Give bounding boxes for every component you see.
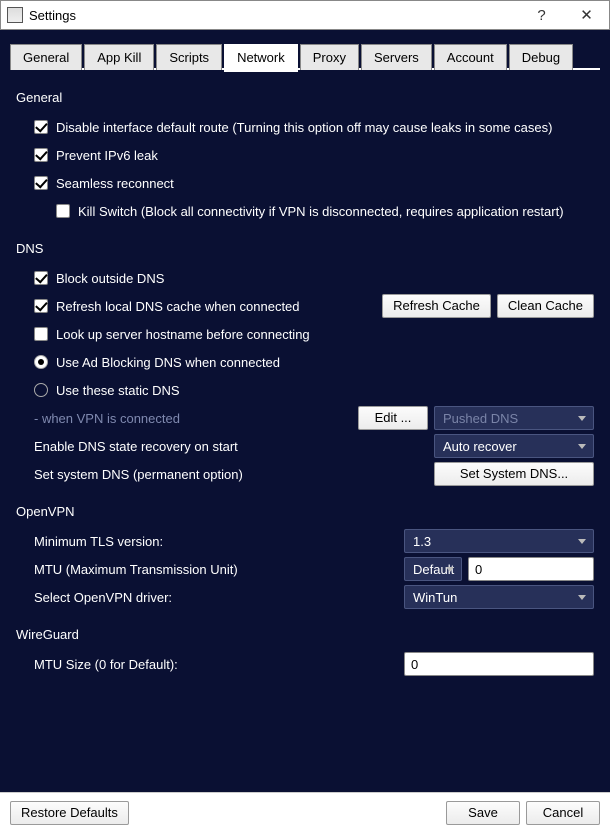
label-block-outside-dns: Block outside DNS <box>56 271 164 286</box>
label-refresh-local-cache: Refresh local DNS cache when connected <box>56 299 300 314</box>
checkbox-kill-switch[interactable] <box>56 204 70 218</box>
openvpn-mtu-mode-combo[interactable]: Default <box>404 557 462 581</box>
clean-cache-button[interactable]: Clean Cache <box>497 294 594 318</box>
row-seamless-reconnect[interactable]: Seamless reconnect <box>16 171 594 195</box>
app-icon <box>7 7 23 23</box>
radio-static-dns[interactable] <box>34 383 48 397</box>
label-seamless-reconnect: Seamless reconnect <box>56 176 174 191</box>
openvpn-mtu-input[interactable] <box>468 557 594 581</box>
dns-combo-value: Pushed DNS <box>443 411 518 426</box>
row-refresh-local-cache: Refresh local DNS cache when connected R… <box>16 294 594 318</box>
tab-appkill[interactable]: App Kill <box>84 44 154 70</box>
openvpn-mtu-mode-value: Default <box>413 562 454 577</box>
row-dns-state-recovery: Enable DNS state recovery on start Auto … <box>16 434 594 458</box>
label-prevent-ipv6: Prevent IPv6 leak <box>56 148 158 163</box>
label-lookup-hostname: Look up server hostname before connectin… <box>56 327 310 342</box>
checkbox-refresh-local-cache[interactable] <box>34 299 48 313</box>
row-vpn-connected-dns: - when VPN is connected Edit ... Pushed … <box>16 406 594 430</box>
dns-state-recovery-combo[interactable]: Auto recover <box>434 434 594 458</box>
row-prevent-ipv6[interactable]: Prevent IPv6 leak <box>16 143 594 167</box>
tab-account[interactable]: Account <box>434 44 507 70</box>
row-disable-default-route[interactable]: Disable interface default route (Turning… <box>16 115 594 139</box>
section-title-wireguard: WireGuard <box>16 627 594 642</box>
checkbox-lookup-hostname[interactable] <box>34 327 48 341</box>
label-disable-default-route: Disable interface default route (Turning… <box>56 120 552 135</box>
section-title-dns: DNS <box>16 241 594 256</box>
openvpn-driver-value: WinTun <box>413 590 457 605</box>
radio-adblock-dns[interactable] <box>34 355 48 369</box>
tab-strip: General App Kill Scripts Network Proxy S… <box>10 40 600 70</box>
row-wireguard-mtu: MTU Size (0 for Default): <box>16 652 594 676</box>
row-min-tls: Minimum TLS version: 1.3 <box>16 529 594 553</box>
row-use-static-dns[interactable]: Use these static DNS <box>16 378 594 402</box>
set-system-dns-button[interactable]: Set System DNS... <box>434 462 594 486</box>
tab-debug[interactable]: Debug <box>509 44 573 70</box>
tab-network[interactable]: Network <box>224 44 298 72</box>
min-tls-combo[interactable]: 1.3 <box>404 529 594 553</box>
checkbox-disable-default-route[interactable] <box>34 120 48 134</box>
tab-general[interactable]: General <box>10 44 82 70</box>
openvpn-driver-combo[interactable]: WinTun <box>404 585 594 609</box>
section-title-openvpn: OpenVPN <box>16 504 594 519</box>
dialog-footer: Restore Defaults Save Cancel <box>0 792 610 832</box>
row-lookup-hostname[interactable]: Look up server hostname before connectin… <box>16 322 594 346</box>
section-title-general: General <box>16 90 594 105</box>
row-kill-switch[interactable]: Kill Switch (Block all connectivity if V… <box>16 199 594 223</box>
restore-defaults-button[interactable]: Restore Defaults <box>10 801 129 825</box>
help-button[interactable]: ? <box>519 1 564 29</box>
label-openvpn-driver: Select OpenVPN driver: <box>34 590 334 605</box>
checkbox-block-outside-dns[interactable] <box>34 271 48 285</box>
cancel-button[interactable]: Cancel <box>526 801 600 825</box>
label-static-dns: Use these static DNS <box>56 383 180 398</box>
label-adblock-dns: Use Ad Blocking DNS when connected <box>56 355 280 370</box>
row-openvpn-driver: Select OpenVPN driver: WinTun <box>16 585 594 609</box>
save-button[interactable]: Save <box>446 801 520 825</box>
dns-state-recovery-value: Auto recover <box>443 439 517 454</box>
row-block-outside-dns[interactable]: Block outside DNS <box>16 266 594 290</box>
tab-scripts[interactable]: Scripts <box>156 44 222 70</box>
content-area: General App Kill Scripts Network Proxy S… <box>0 30 610 792</box>
label-min-tls: Minimum TLS version: <box>34 534 334 549</box>
checkbox-seamless-reconnect[interactable] <box>34 176 48 190</box>
tab-proxy[interactable]: Proxy <box>300 44 359 70</box>
label-kill-switch: Kill Switch (Block all connectivity if V… <box>78 204 564 219</box>
title-bar: Settings ? ✕ <box>0 0 610 30</box>
row-set-system-dns: Set system DNS (permanent option) Set Sy… <box>16 462 594 486</box>
window-title: Settings <box>29 8 519 23</box>
checkbox-prevent-ipv6[interactable] <box>34 148 48 162</box>
row-openvpn-mtu: MTU (Maximum Transmission Unit) Default <box>16 557 594 581</box>
close-button[interactable]: ✕ <box>564 1 609 29</box>
label-dns-state-recovery: Enable DNS state recovery on start <box>34 439 334 454</box>
refresh-cache-button[interactable]: Refresh Cache <box>382 294 491 318</box>
hint-when-connected: - when VPN is connected <box>34 411 334 426</box>
label-set-system-dns: Set system DNS (permanent option) <box>34 467 334 482</box>
edit-dns-button[interactable]: Edit ... <box>358 406 428 430</box>
network-panel: General Disable interface default route … <box>10 78 600 676</box>
row-use-adblock-dns[interactable]: Use Ad Blocking DNS when connected <box>16 350 594 374</box>
label-wireguard-mtu: MTU Size (0 for Default): <box>34 657 334 672</box>
dns-combo[interactable]: Pushed DNS <box>434 406 594 430</box>
min-tls-value: 1.3 <box>413 534 431 549</box>
wireguard-mtu-input[interactable] <box>404 652 594 676</box>
label-openvpn-mtu: MTU (Maximum Transmission Unit) <box>34 562 334 577</box>
tab-servers[interactable]: Servers <box>361 44 432 70</box>
